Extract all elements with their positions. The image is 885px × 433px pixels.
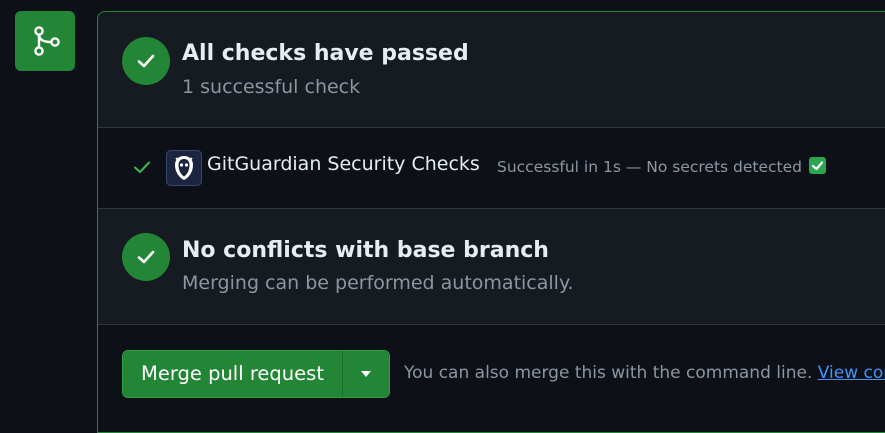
check-circle-icon bbox=[122, 37, 170, 85]
white-check-mark-icon bbox=[808, 157, 826, 174]
view-command-line-link[interactable]: View con bbox=[818, 363, 885, 383]
checks-summary-subtitle: 1 successful check bbox=[182, 76, 361, 98]
check-name: GitGuardian Security Checks bbox=[207, 153, 480, 175]
merge-button-group: Merge pull request bbox=[122, 350, 390, 398]
merge-box: All checks have passed 1 successful chec… bbox=[97, 11, 885, 433]
merge-pull-request-button[interactable]: Merge pull request bbox=[123, 351, 342, 397]
check-circle-icon bbox=[122, 233, 170, 281]
gitguardian-logo-icon bbox=[166, 150, 202, 186]
success-check-icon bbox=[132, 157, 152, 181]
conflicts-section: No conflicts with base branch Merging ca… bbox=[98, 209, 885, 325]
check-row-gitguardian[interactable]: GitGuardian Security Checks Successful i… bbox=[98, 128, 885, 209]
merge-method-dropdown-button[interactable] bbox=[341, 351, 389, 397]
conflicts-title: No conflicts with base branch bbox=[182, 238, 549, 263]
merge-help-text: You can also merge this with the command… bbox=[404, 363, 885, 383]
check-list: GitGuardian Security Checks Successful i… bbox=[98, 128, 885, 209]
checks-summary-section[interactable]: All checks have passed 1 successful chec… bbox=[98, 12, 885, 128]
checks-summary-title: All checks have passed bbox=[182, 41, 469, 66]
check-description: Successful in 1s — No secrets detected bbox=[497, 157, 826, 176]
conflicts-subtitle: Merging can be performed automatically. bbox=[182, 272, 574, 294]
triangle-down-icon bbox=[360, 371, 371, 377]
git-merge-icon bbox=[15, 11, 75, 71]
merge-section: Merge pull request You can also merge th… bbox=[98, 325, 885, 432]
